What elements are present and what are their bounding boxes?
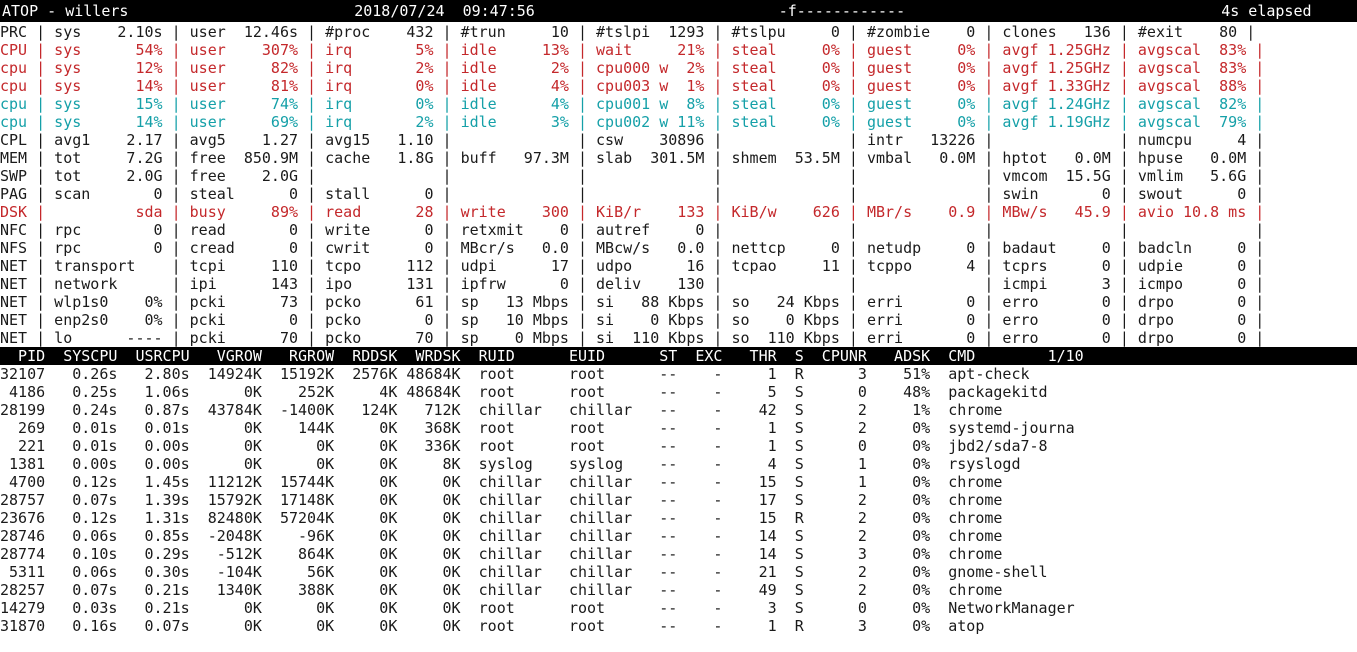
time: 09:47:56 [462,2,535,20]
system-line: NET | transport | tcpi 110 | tcpo 112 | … [0,257,1265,275]
system-line: PRC | sys 2.10s | user 12.46s | #proc 43… [0,23,1256,41]
table-row[interactable]: 28757 0.07s 1.39s 15792K 17148K 0K 0K ch… [0,491,1357,509]
table-row[interactable]: 5311 0.06s 0.30s -104K 56K 0K 0K chillar… [0,563,1357,581]
system-line: NET | wlp1s0 0% | pcki 73 | pcko 61 | sp… [0,293,1265,311]
date: 2018/07/24 [354,2,445,20]
app-title: ATOP - willers [2,2,129,20]
system-line: cpu | sys 12% | user 82% | irq 2% | idle… [0,59,1265,77]
table-row[interactable]: 4186 0.25s 1.06s 0K 252K 4K 48684K root … [0,383,1357,401]
system-line: NFC | rpc 0 | read 0 | write 0 | retxmit… [0,221,1265,239]
flags: -f------------ [778,2,906,20]
system-line: SWP | tot 2.0G | free 2.0G | | | | | | v… [0,167,1265,185]
table-row[interactable]: 28774 0.10s 0.29s -512K 864K 0K 0K chill… [0,545,1357,563]
terminal-window[interactable]: ATOP - willers 2018/07/24 09:47:56 -f---… [0,0,1357,652]
process-table[interactable]: 32107 0.26s 2.80s 14924K 15192K 2576K 48… [0,365,1357,635]
system-stats: PRC | sys 2.10s | user 12.46s | #proc 43… [0,22,1357,347]
system-line: CPL | avg1 2.17 | avg5 1.27 | avg15 1.10… [0,131,1265,149]
table-row[interactable]: 32107 0.26s 2.80s 14924K 15192K 2576K 48… [0,365,1357,383]
elapsed: 4s elapsed [1221,2,1312,20]
table-row[interactable]: 31870 0.16s 0.07s 0K 0K 0K 0K root root … [0,617,1357,635]
table-row[interactable]: 28746 0.06s 0.85s -2048K -96K 0K 0K chil… [0,527,1357,545]
process-table-header: PID SYSCPU USRCPU VGROW RGROW RDDSK WRDS… [0,347,1357,365]
table-row[interactable]: 28257 0.07s 0.21s 1340K 388K 0K 0K chill… [0,581,1357,599]
table-row[interactable]: 1381 0.00s 0.00s 0K 0K 0K 8K syslog sysl… [0,455,1357,473]
system-line: NET | network | ipi 143 | ipo 131 | ipfr… [0,275,1265,293]
table-row[interactable]: 23676 0.12s 1.31s 82480K 57204K 0K 0K ch… [0,509,1357,527]
table-row[interactable]: 28199 0.24s 0.87s 43784K -1400K 124K 712… [0,401,1357,419]
system-line: PAG | scan 0 | steal 0 | stall 0 | | | |… [0,185,1265,203]
system-line: MEM | tot 7.2G | free 850.9M | cache 1.8… [0,149,1265,167]
system-line: cpu | sys 14% | user 81% | irq 0% | idle… [0,77,1265,95]
table-row[interactable]: 4700 0.12s 1.45s 11212K 15744K 0K 0K chi… [0,473,1357,491]
table-row[interactable]: 269 0.01s 0.01s 0K 144K 0K 368K root roo… [0,419,1357,437]
system-line: cpu | sys 14% | user 69% | irq 2% | idle… [0,113,1265,131]
table-row[interactable]: 221 0.01s 0.00s 0K 0K 0K 336K root root … [0,437,1357,455]
system-line: DSK | sda | busy 89% | read 28 | write 3… [0,203,1265,221]
system-line: NET | enp2s0 0% | pcki 0 | pcko 0 | sp 1… [0,311,1265,329]
system-line: NFS | rpc 0 | cread 0 | cwrit 0 | MBcr/s… [0,239,1265,257]
system-line: CPU | sys 54% | user 307% | irq 5% | idl… [0,41,1265,59]
title-bar: ATOP - willers 2018/07/24 09:47:56 -f---… [0,0,1357,22]
system-line: NET | lo ---- | pcki 70 | pcko 70 | sp 0… [0,329,1265,347]
table-row[interactable]: 14279 0.03s 0.21s 0K 0K 0K 0K root root … [0,599,1357,617]
system-line: cpu | sys 15% | user 74% | irq 0% | idle… [0,95,1265,113]
